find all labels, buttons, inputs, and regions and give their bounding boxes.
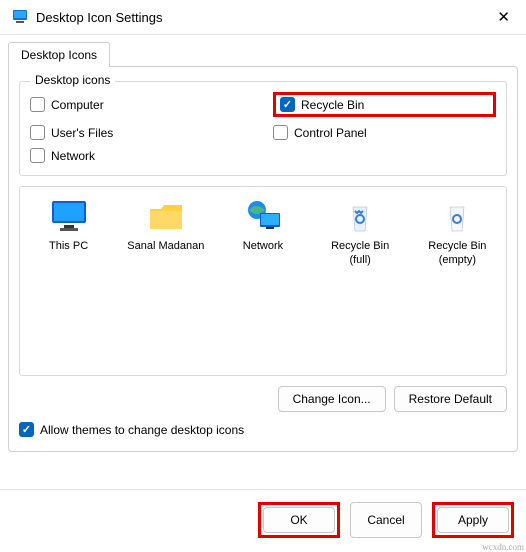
check-control-panel[interactable]: Control Panel	[273, 125, 496, 140]
apply-button[interactable]: Apply	[437, 507, 509, 533]
close-icon[interactable]: ✕	[493, 8, 514, 26]
checkbox-icon[interactable]	[280, 97, 295, 112]
icon-preview-box: This PC Sanal Madanan	[19, 186, 507, 376]
check-allow-themes[interactable]: Allow themes to change desktop icons	[19, 422, 507, 437]
ok-button[interactable]: OK	[263, 507, 335, 533]
checkbox-icon[interactable]	[19, 422, 34, 437]
icon-network[interactable]: Network	[222, 199, 304, 253]
restore-default-button[interactable]: Restore Default	[394, 386, 507, 412]
check-label: Network	[51, 149, 95, 163]
highlight-ok: OK	[258, 502, 340, 538]
check-label: Computer	[51, 98, 104, 112]
dialog-button-bar: OK Cancel Apply	[0, 489, 526, 552]
checkbox-icon[interactable]	[30, 125, 45, 140]
highlight-apply: Apply	[432, 502, 514, 538]
monitor-icon	[50, 199, 88, 233]
check-computer[interactable]: Computer	[30, 92, 253, 117]
change-icon-button[interactable]: Change Icon...	[278, 386, 386, 412]
icon-label: Recycle Bin (empty)	[416, 239, 498, 268]
check-users-files[interactable]: User's Files	[30, 125, 253, 140]
window-title: Desktop Icon Settings	[36, 10, 493, 25]
checkbox-icon[interactable]	[30, 148, 45, 163]
globe-monitor-icon	[244, 199, 282, 233]
tab-desktop-icons[interactable]: Desktop Icons	[8, 42, 110, 67]
icon-label: Recycle Bin (full)	[319, 239, 401, 268]
check-label: Recycle Bin	[301, 98, 364, 112]
folder-icon	[147, 199, 185, 233]
icon-label: Sanal Madanan	[125, 239, 207, 253]
highlight-recycle-bin: Recycle Bin	[273, 92, 496, 117]
watermark-text: wcxdn.com	[482, 542, 524, 552]
group-legend: Desktop icons	[30, 73, 115, 87]
checkbox-icon[interactable]	[273, 125, 288, 140]
app-icon	[12, 9, 28, 25]
recycle-bin-full-icon	[341, 199, 379, 233]
desktop-icons-group: Desktop icons Computer Recycle Bin User'…	[19, 81, 507, 176]
icon-label: This PC	[28, 239, 110, 253]
icon-recycle-full[interactable]: Recycle Bin (full)	[319, 199, 401, 268]
icon-this-pc[interactable]: This PC	[28, 199, 110, 253]
tab-panel: Desktop icons Computer Recycle Bin User'…	[8, 66, 518, 452]
recycle-bin-empty-icon	[438, 199, 476, 233]
check-recycle-bin[interactable]: Recycle Bin	[280, 97, 364, 112]
checkbox-icon[interactable]	[30, 97, 45, 112]
check-label: Control Panel	[294, 126, 367, 140]
check-label: User's Files	[51, 126, 113, 140]
check-label: Allow themes to change desktop icons	[40, 423, 244, 437]
cancel-button[interactable]: Cancel	[350, 502, 422, 538]
icon-recycle-empty[interactable]: Recycle Bin (empty)	[416, 199, 498, 268]
icon-label: Network	[222, 239, 304, 253]
check-network[interactable]: Network	[30, 148, 253, 163]
icon-user-folder[interactable]: Sanal Madanan	[125, 199, 207, 253]
